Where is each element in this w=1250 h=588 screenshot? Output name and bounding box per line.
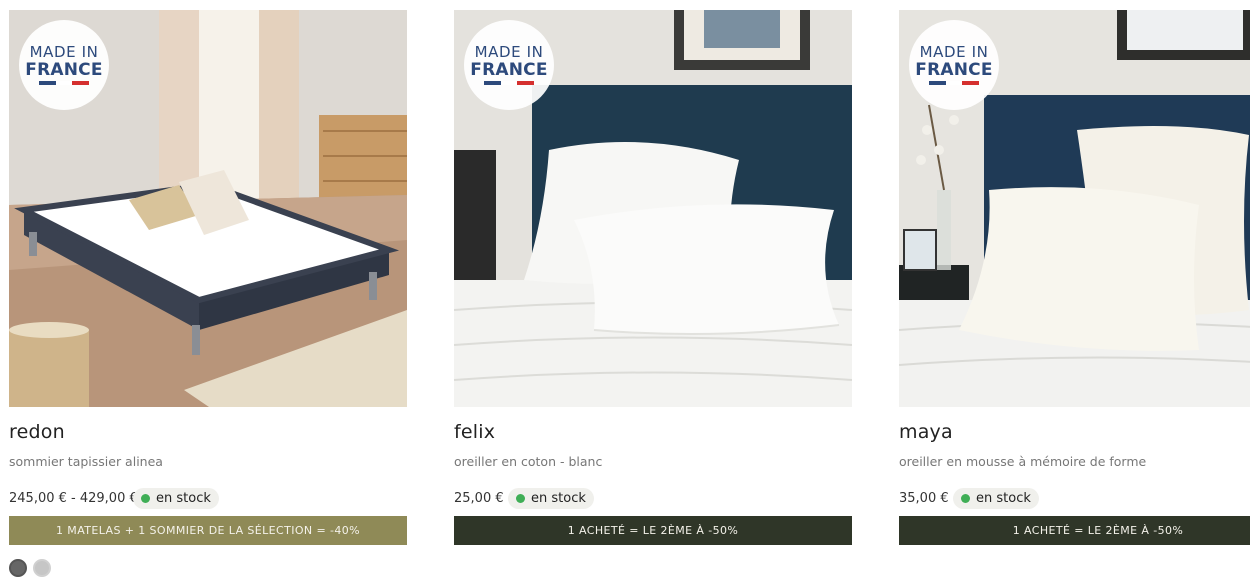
promo-banner[interactable]: 1 MATELAS + 1 SOMMIER DE LA SÉLECTION = … <box>9 516 407 545</box>
product-price: 35,00 € <box>899 491 949 506</box>
product-description: oreiller en mousse à mémoire de forme <box>899 454 1147 469</box>
stock-badge: en stock <box>133 488 219 509</box>
promo-banner[interactable]: 1 ACHETÉ = LE 2ÈME À -50% <box>899 516 1250 545</box>
product-card-maya[interactable]: MADE IN FRANCE maya oreiller en mousse à… <box>899 10 1250 545</box>
product-name[interactable]: felix <box>454 421 495 443</box>
product-price: 245,00 € - 429,00 € <box>9 491 138 506</box>
promo-banner[interactable]: 1 ACHETÉ = LE 2ÈME À -50% <box>454 516 852 545</box>
badge-made-in-text: MADE IN <box>919 43 989 61</box>
swatch-dark-grey[interactable] <box>9 559 27 577</box>
made-in-france-badge: MADE IN FRANCE <box>19 20 109 110</box>
product-description: sommier tapissier alinea <box>9 454 163 469</box>
badge-made-in-text: MADE IN <box>474 43 544 61</box>
product-image-felix[interactable]: MADE IN FRANCE <box>454 10 852 407</box>
product-image-redon[interactable]: MADE IN FRANCE <box>9 10 407 407</box>
stock-badge: en stock <box>508 488 594 509</box>
france-flag-icon <box>929 81 980 85</box>
badge-country-text: FRANCE <box>915 60 993 80</box>
product-name[interactable]: maya <box>899 421 953 443</box>
badge-country-text: FRANCE <box>25 60 103 80</box>
stock-label: en stock <box>156 491 211 506</box>
product-image-maya[interactable]: MADE IN FRANCE <box>899 10 1250 407</box>
stock-label: en stock <box>531 491 586 506</box>
stock-badge: en stock <box>953 488 1039 509</box>
color-swatches <box>9 559 51 577</box>
france-flag-icon <box>484 81 535 85</box>
made-in-france-badge: MADE IN FRANCE <box>464 20 554 110</box>
product-price: 25,00 € <box>454 491 504 506</box>
product-card-felix[interactable]: MADE IN FRANCE felix oreiller en coton -… <box>454 10 852 545</box>
in-stock-dot-icon <box>516 494 525 503</box>
made-in-france-badge: MADE IN FRANCE <box>909 20 999 110</box>
badge-made-in-text: MADE IN <box>29 43 99 61</box>
badge-country-text: FRANCE <box>470 60 548 80</box>
stock-label: en stock <box>976 491 1031 506</box>
swatch-light-grey[interactable] <box>33 559 51 577</box>
product-card-redon[interactable]: MADE IN FRANCE redon sommier tapissier a… <box>9 10 407 577</box>
product-name[interactable]: redon <box>9 421 65 443</box>
in-stock-dot-icon <box>141 494 150 503</box>
product-description: oreiller en coton - blanc <box>454 454 603 469</box>
in-stock-dot-icon <box>961 494 970 503</box>
france-flag-icon <box>39 81 90 85</box>
